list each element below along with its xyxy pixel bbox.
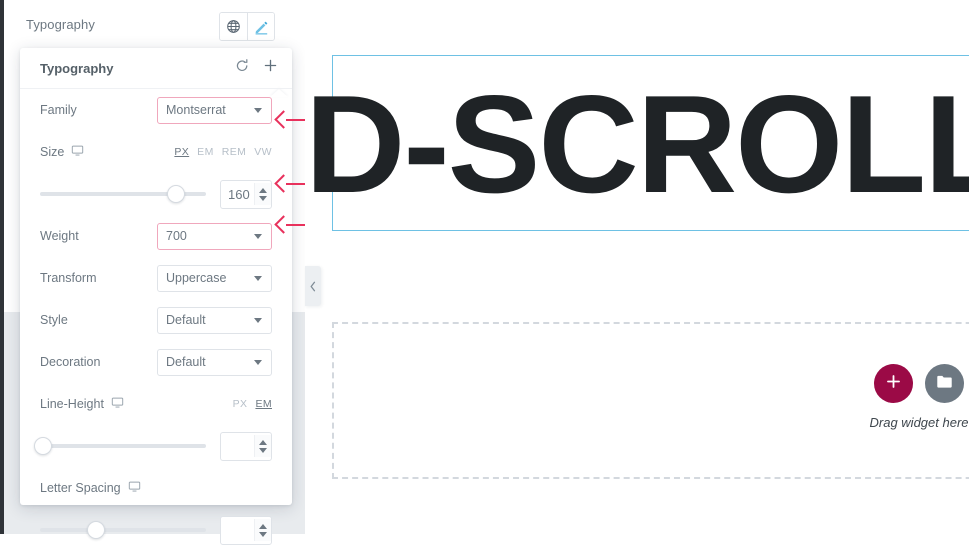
row-style: Style Default — [40, 299, 272, 341]
popover-body: Family Montserrat Size PX EM REM VW 160 … — [20, 89, 292, 551]
stepper-down-icon[interactable] — [259, 531, 267, 537]
size-label: Size — [40, 144, 84, 160]
stepper-up-icon[interactable] — [259, 439, 267, 445]
monitor-icon[interactable] — [128, 480, 141, 496]
line-height-unit-em[interactable]: EM — [255, 398, 272, 410]
typography-popover: Typography Family Montserrat Size PX EM … — [20, 48, 292, 545]
style-label: Style — [40, 313, 68, 327]
monitor-icon[interactable] — [71, 144, 84, 160]
typography-control-row: Typography — [4, 8, 309, 44]
popover-header-actions — [229, 54, 284, 81]
add-style-button[interactable] — [257, 54, 284, 81]
row-weight: Weight 700 — [40, 215, 272, 257]
pencil-icon-button[interactable] — [247, 13, 274, 40]
letter-spacing-label: Letter Spacing — [40, 480, 141, 496]
selected-heading-widget[interactable]: D-SCROLL — [305, 55, 969, 231]
style-select-value: Default — [166, 313, 206, 327]
widget-dropzone[interactable]: Drag widget here — [332, 322, 969, 479]
line-height-unit-switcher: PX EM — [233, 398, 272, 410]
stepper-down-icon[interactable] — [259, 447, 267, 453]
line-height-stepper — [254, 435, 271, 457]
chevron-down-icon — [254, 317, 262, 323]
add-widget-button[interactable] — [874, 364, 913, 403]
chevron-down-icon — [254, 275, 262, 281]
size-unit-switcher: PX EM REM VW — [174, 146, 272, 158]
row-family: Family Montserrat — [40, 89, 272, 131]
popover-header: Typography — [20, 48, 292, 89]
page-canvas: D-SCROLL Drag widget here — [305, 0, 969, 534]
size-unit-em[interactable]: EM — [197, 146, 214, 158]
row-line-height-header: Line-Height PX EM — [40, 383, 272, 425]
dropzone-label: Drag widget here — [869, 415, 969, 430]
editor-panel-column: Typography Typography Family Montserrat … — [0, 0, 309, 545]
row-decoration: Decoration Default — [40, 341, 272, 383]
dropzone-content: Drag widget here — [834, 364, 969, 430]
decoration-label: Decoration — [40, 355, 101, 369]
line-height-number-input[interactable] — [220, 431, 272, 461]
plus-icon — [885, 373, 902, 395]
row-letter-spacing-header: Letter Spacing — [40, 467, 272, 509]
chevron-down-icon — [254, 359, 262, 365]
monitor-icon[interactable] — [111, 396, 124, 412]
panel-collapse-handle[interactable] — [305, 266, 321, 306]
dropzone-buttons — [834, 364, 969, 403]
pencil-icon — [253, 19, 269, 35]
line-height-label: Line-Height — [40, 396, 124, 412]
stepper-down-icon[interactable] — [259, 195, 267, 201]
letter-spacing-stepper — [254, 519, 271, 541]
weight-select[interactable]: 700 — [157, 222, 272, 250]
line-height-slider-knob[interactable] — [34, 437, 52, 455]
size-number-input[interactable]: 160 — [220, 179, 272, 209]
folder-icon — [935, 372, 954, 396]
plus-icon — [263, 58, 278, 78]
typography-control-label: Typography — [26, 17, 95, 32]
family-label: Family — [40, 103, 77, 117]
size-unit-rem[interactable]: REM — [222, 146, 247, 158]
weight-select-value: 700 — [166, 229, 187, 243]
size-unit-px[interactable]: PX — [174, 146, 189, 158]
stepper-up-icon[interactable] — [259, 523, 267, 529]
transform-select-value: Uppercase — [166, 271, 227, 285]
family-select-value: Montserrat — [166, 103, 226, 117]
globe-icon — [226, 19, 241, 34]
style-select[interactable]: Default — [157, 306, 272, 334]
family-select[interactable]: Montserrat — [157, 96, 272, 124]
chevron-down-icon — [254, 107, 262, 113]
row-size-control: 160 — [40, 173, 272, 215]
stepper-up-icon[interactable] — [259, 187, 267, 193]
globe-icon-button[interactable] — [220, 13, 247, 40]
size-stepper — [254, 183, 271, 205]
row-size-header: Size PX EM REM VW — [40, 131, 272, 173]
transform-label: Transform — [40, 271, 97, 285]
decoration-select-value: Default — [166, 355, 206, 369]
row-letter-spacing-control — [40, 509, 272, 551]
typography-control-icon-group — [219, 12, 275, 41]
row-line-height-control — [34, 425, 272, 467]
letter-spacing-number-input[interactable] — [220, 515, 272, 545]
decoration-select[interactable]: Default — [157, 348, 272, 376]
chevron-left-icon — [309, 281, 317, 292]
line-height-unit-px[interactable]: PX — [233, 398, 248, 410]
reset-arrow-icon — [235, 58, 250, 78]
size-slider[interactable] — [40, 185, 206, 203]
weight-label: Weight — [40, 229, 79, 243]
letter-spacing-slider-knob[interactable] — [87, 521, 105, 539]
chevron-down-icon — [254, 233, 262, 239]
size-unit-vw[interactable]: VW — [254, 146, 272, 158]
popover-title: Typography — [40, 61, 114, 76]
size-slider-knob[interactable] — [167, 185, 185, 203]
size-number-value: 160 — [228, 186, 250, 202]
transform-select[interactable]: Uppercase — [157, 264, 272, 292]
row-transform: Transform Uppercase — [40, 257, 272, 299]
reset-button[interactable] — [229, 54, 256, 81]
letter-spacing-slider[interactable] — [40, 521, 206, 539]
line-height-slider[interactable] — [34, 437, 206, 455]
template-library-button[interactable] — [925, 364, 964, 403]
heading-text: D-SCROLL — [305, 67, 969, 222]
